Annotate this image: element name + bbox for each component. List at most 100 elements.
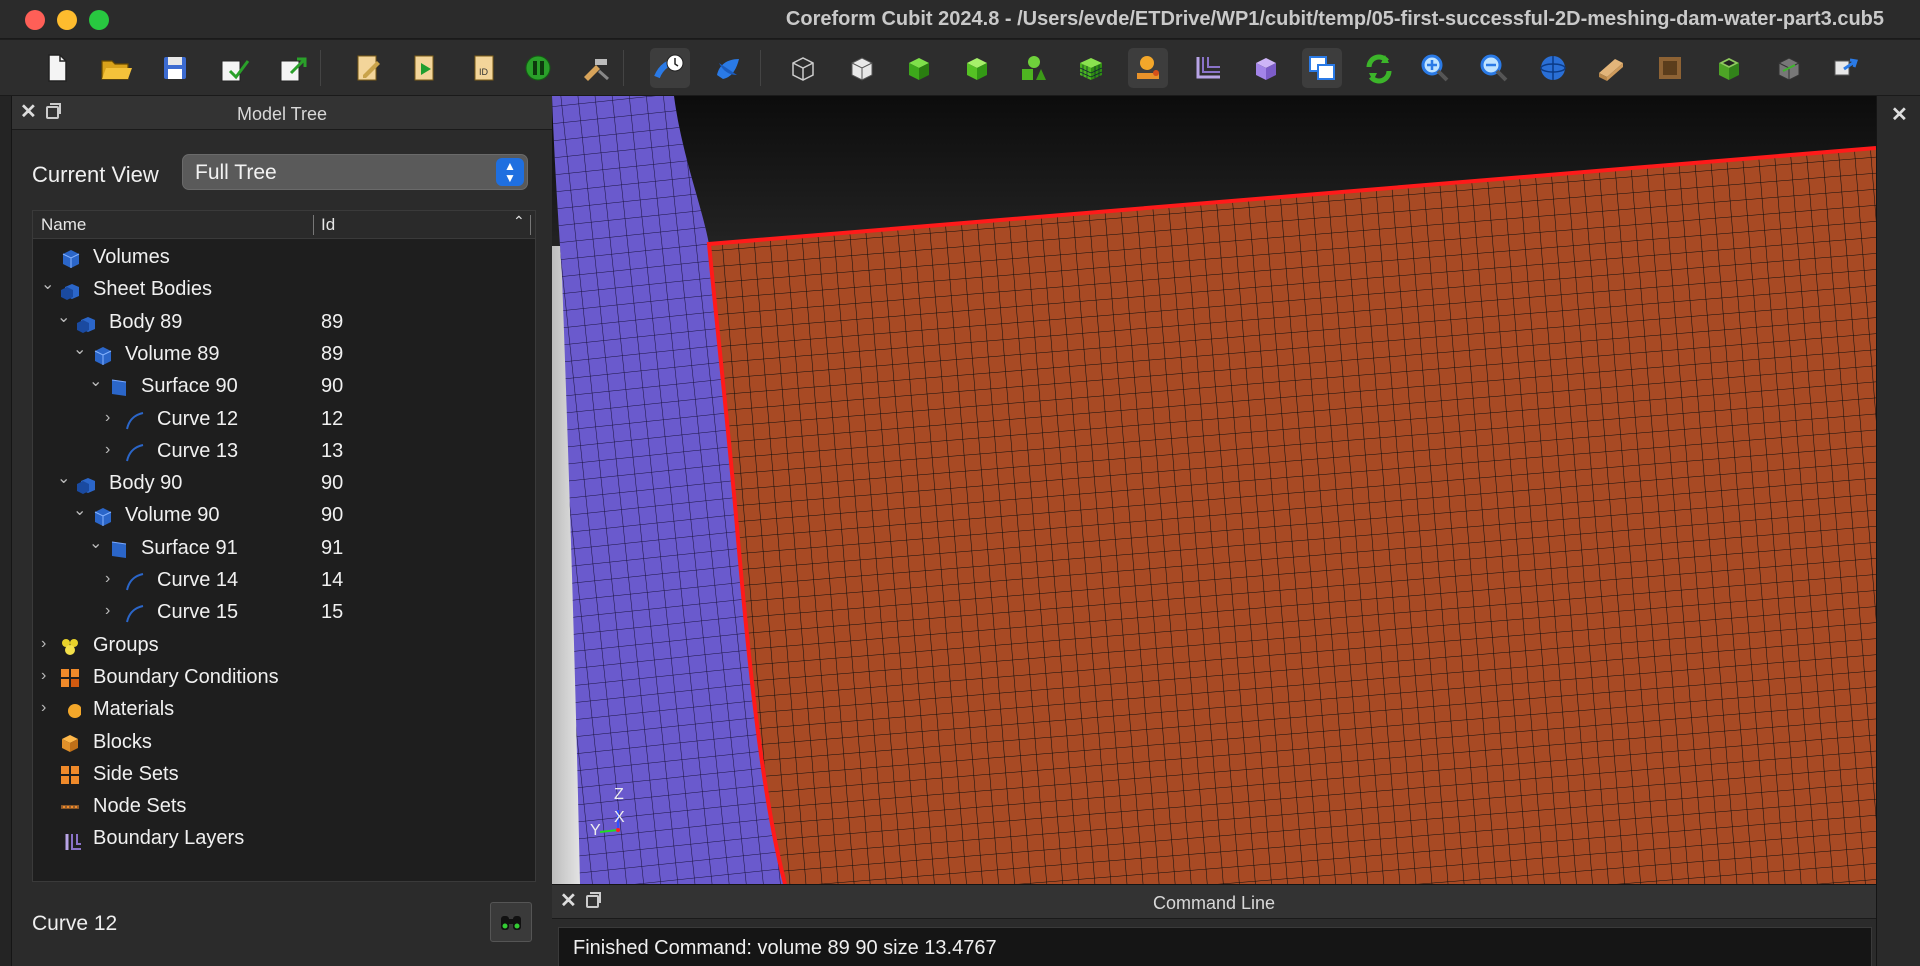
collapsed-chevron-icon[interactable]: › [41, 667, 53, 687]
tree-item[interactable]: › Curve 15 15 [33, 596, 535, 628]
open-folder-button[interactable] [95, 48, 135, 88]
expanded-chevron-icon[interactable]: ⌄ [89, 533, 102, 553]
tree-item[interactable]: ⌄ Surface 90 90 [33, 370, 535, 402]
cubit-history-button[interactable] [650, 48, 690, 88]
export-button[interactable] [272, 48, 312, 88]
wood-box-button[interactable] [1650, 48, 1690, 88]
wireframe-cube-icon [792, 57, 814, 81]
tree-item[interactable]: › Materials [33, 693, 535, 728]
grey-cube-button[interactable] [1768, 48, 1808, 88]
curve-icon [123, 602, 145, 624]
open-folder-icon [101, 60, 132, 80]
hidden-line-cube-button[interactable] [841, 48, 881, 88]
collapsed-chevron-icon[interactable]: › [105, 441, 117, 461]
collapsed-chevron-icon[interactable]: › [105, 602, 117, 622]
pause-button[interactable] [518, 48, 558, 88]
materials-button[interactable] [1128, 48, 1168, 88]
refresh-button[interactable] [1358, 48, 1398, 88]
stop-recording-button[interactable] [576, 48, 616, 88]
tree-item-label: Surface 90 [141, 375, 238, 398]
cube-arrow-button[interactable] [1825, 48, 1865, 88]
zoom-in-icon [1421, 54, 1449, 82]
tree-item[interactable]: Node Sets [33, 790, 535, 822]
new-file-button[interactable] [37, 48, 77, 88]
tree-item-label: Boundary Layers [93, 827, 245, 850]
tree-item[interactable]: ⌄ Volume 90 90 [33, 499, 535, 531]
boundary-layers-icon [1196, 57, 1220, 79]
globe-button[interactable] [708, 48, 748, 88]
window-maximize-button[interactable] [89, 10, 109, 30]
play-journal-icon [414, 55, 434, 81]
expanded-chevron-icon[interactable]: ⌄ [41, 274, 54, 294]
purple-cube-button[interactable] [1245, 48, 1285, 88]
command-output[interactable]: Finished Command: volume 89 90 size 13.4… [558, 927, 1872, 966]
boundary-layers-button[interactable] [1187, 48, 1227, 88]
expanded-chevron-icon[interactable]: ⌄ [57, 307, 70, 327]
tree-item[interactable]: Side Sets [33, 758, 535, 790]
windows-button[interactable] [1302, 48, 1342, 88]
tree-item[interactable]: ⌄ Sheet Bodies [33, 273, 535, 305]
tree-item[interactable]: › Curve 12 12 [33, 403, 535, 435]
record-journal-button[interactable]: ID [465, 48, 505, 88]
tree-item[interactable]: Boundary Layers [33, 822, 535, 856]
collapsed-chevron-icon[interactable]: › [41, 635, 53, 655]
volume-icon [91, 505, 113, 527]
cube-arrow-icon [1834, 58, 1858, 76]
expanded-chevron-icon[interactable]: ⌄ [89, 371, 102, 391]
column-header-name[interactable]: Name [41, 215, 86, 235]
tree-item[interactable]: ⌄ Surface 91 91 [33, 532, 535, 564]
collapsed-chevron-icon[interactable]: › [105, 409, 117, 429]
tree-item[interactable]: › Curve 13 13 [33, 435, 535, 467]
collapsed-chevron-icon[interactable]: › [105, 570, 117, 590]
left-dock-edge [0, 96, 12, 966]
journal-editor-button[interactable] [348, 48, 388, 88]
materials-icon [59, 699, 87, 728]
zoom-out-icon [1480, 54, 1508, 82]
toolbar-separator [623, 50, 624, 86]
surface-icon [107, 538, 129, 560]
sort-ascending-icon[interactable]: ⌃ [513, 213, 525, 230]
geometry-cluster-button[interactable] [1014, 48, 1054, 88]
tree-item[interactable]: › Boundary Conditions [33, 661, 535, 693]
plank-icon [1599, 59, 1623, 81]
column-header-id[interactable]: Id [321, 215, 335, 235]
play-journal-button[interactable] [405, 48, 445, 88]
close-icon[interactable]: ✕ [1891, 102, 1908, 127]
plank-button[interactable] [1590, 48, 1630, 88]
tree-item-id: 90 [321, 472, 344, 495]
tree-item[interactable]: ⌄ Body 90 90 [33, 467, 535, 499]
blocks-icon [59, 732, 81, 754]
column-divider[interactable] [313, 215, 314, 235]
tree-item[interactable]: Volumes [33, 241, 535, 273]
window-minimize-button[interactable] [57, 10, 77, 30]
green-cube-button[interactable] [956, 48, 996, 88]
graphics-viewport[interactable]: Z X Y [552, 96, 1876, 884]
window-close-button[interactable] [25, 10, 45, 30]
save-button[interactable] [155, 48, 195, 88]
sphere-button[interactable] [1533, 48, 1573, 88]
collapsed-chevron-icon[interactable]: › [41, 699, 53, 719]
side-sets-icon [59, 764, 81, 786]
tree-item[interactable]: › Curve 14 14 [33, 564, 535, 596]
stop-recording-icon [584, 59, 609, 81]
tree-item[interactable]: ⌄ Body 89 89 [33, 306, 535, 338]
tree-item[interactable]: ⌄ Volume 89 89 [33, 338, 535, 370]
tree-item-label: Curve 12 [157, 407, 239, 430]
tree-item[interactable]: › Groups [33, 629, 535, 661]
zoom-out-button[interactable] [1474, 48, 1514, 88]
shaded-cube-icon [909, 58, 929, 80]
expanded-chevron-icon[interactable]: ⌄ [57, 468, 70, 488]
zoom-in-button[interactable] [1415, 48, 1455, 88]
import-button[interactable] [213, 48, 253, 88]
tree-item-label: Blocks [93, 730, 152, 753]
shaded-cube-button[interactable] [898, 48, 938, 88]
pick-tool-button[interactable] [490, 902, 532, 942]
current-view-select[interactable]: Full Tree ▲ ▼ [182, 154, 528, 190]
expanded-chevron-icon[interactable]: ⌄ [73, 339, 86, 359]
tree-item[interactable]: Blocks [33, 726, 535, 758]
body-icon [75, 312, 97, 334]
wireframe-cube-button[interactable] [782, 48, 822, 88]
expanded-chevron-icon[interactable]: ⌄ [73, 500, 86, 520]
transparent-cube-button[interactable] [1708, 48, 1748, 88]
mesh-cube-button[interactable] [1071, 48, 1111, 88]
